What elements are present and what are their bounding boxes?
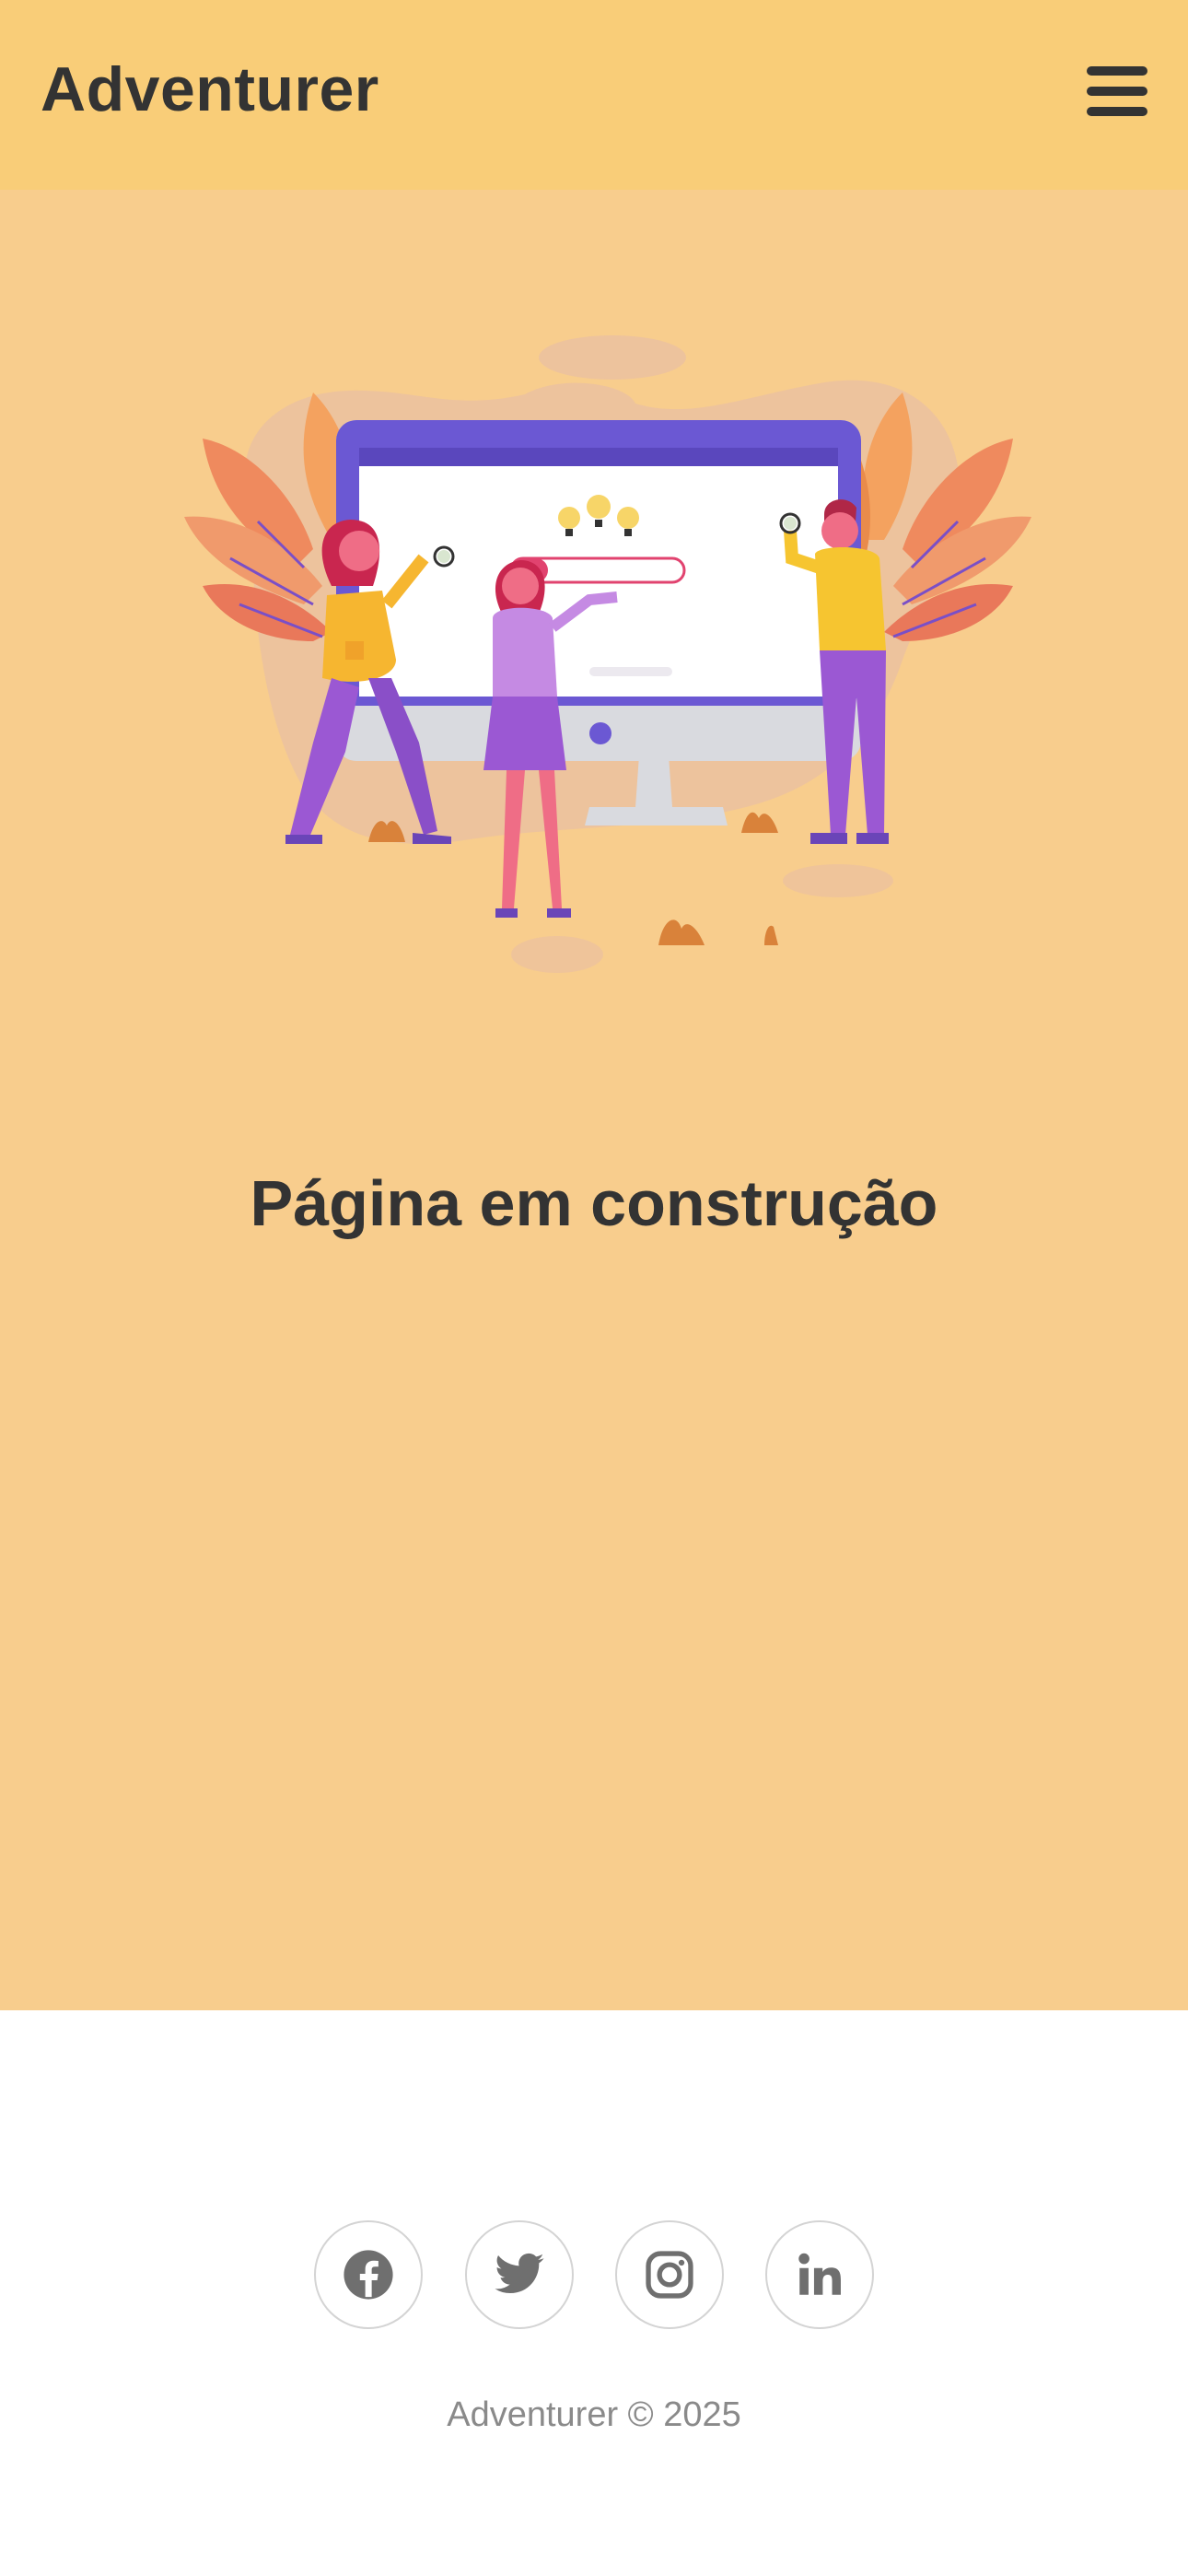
twitter-icon [495, 2253, 544, 2294]
instagram-icon [646, 2251, 693, 2299]
footer: Adventurer © 2025 [0, 2010, 1188, 2576]
instagram-link[interactable] [615, 2220, 724, 2329]
linkedin-link[interactable] [765, 2220, 874, 2329]
facebook-icon [344, 2250, 393, 2300]
brand-logo-text[interactable]: Adventurer [41, 53, 379, 125]
hamburger-menu-icon[interactable] [1087, 63, 1147, 120]
twitter-link[interactable] [465, 2220, 574, 2329]
people-searching-website-illustration [184, 335, 1031, 973]
menu-bar-line [1087, 87, 1147, 96]
menu-bar-line [1087, 107, 1147, 116]
main-content: Página em construção [0, 190, 1188, 2010]
facebook-link[interactable] [314, 2220, 423, 2329]
linkedin-icon [798, 2253, 841, 2295]
top-navbar: Adventurer [0, 0, 1188, 190]
copyright-text: Adventurer © 2025 [447, 2395, 741, 2434]
background-blob [539, 335, 686, 380]
page-title: Página em construção [250, 1167, 938, 1239]
menu-bar-line [1087, 66, 1147, 76]
